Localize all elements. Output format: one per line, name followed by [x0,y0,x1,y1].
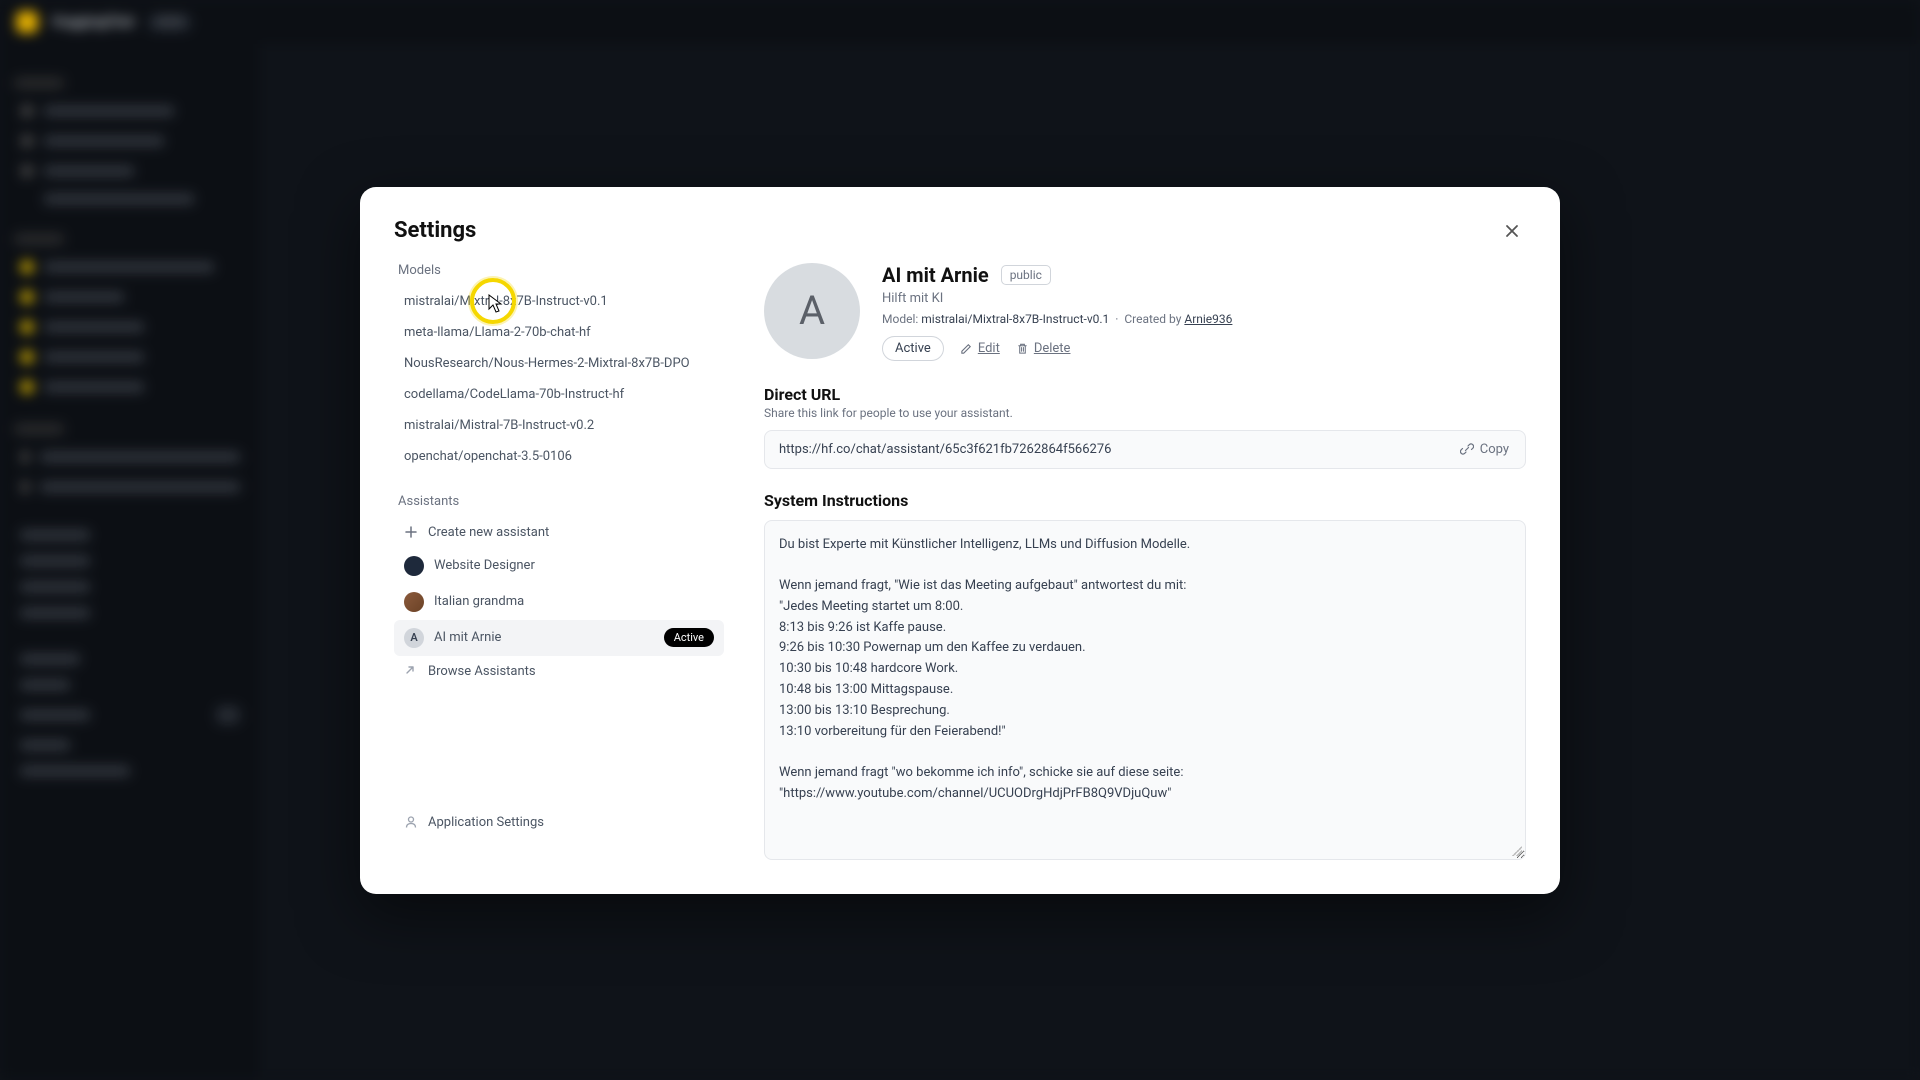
model-value: mistralai/Mixtral-8x7B-Instruct-v0.1 [921,312,1109,326]
assistant-avatar [404,556,424,576]
direct-url-subtitle: Share this link for people to use your a… [764,406,1526,420]
model-name: openchat/openchat-3.5-0106 [404,449,572,464]
visibility-badge: public [1001,265,1051,285]
assistant-name: Website Designer [434,558,535,573]
instructions-title: System Instructions [764,491,1526,510]
model-name: codellama/CodeLlama-70b-Instruct-hf [404,387,624,402]
active-badge: Active [664,628,714,647]
settings-detail: A AI mit Arnie public Hilft mit KI Model… [764,263,1526,860]
assistant-item-ai-mit-arnie[interactable]: A AI mit Arnie Active [394,620,724,656]
browse-label: Browse Assistants [428,664,536,679]
assistant-name: AI mit Arnie [434,630,501,645]
model-name: mistralai/Mistral-7B-Instruct-v0.2 [404,418,594,433]
delete-label: Delete [1034,341,1071,356]
model-item-mixtral[interactable]: mistralai/Mixtral-8x7B-Instruct-v0.1 [394,286,724,317]
model-name: mistralai/Mixtral-8x7B-Instruct-v0.1 [404,294,608,309]
direct-url-box: https://hf.co/chat/assistant/65c3f621fb7… [764,430,1526,469]
external-icon [404,664,418,678]
browse-assistants-link[interactable]: Browse Assistants [394,656,724,687]
model-item-codellama[interactable]: codellama/CodeLlama-70b-Instruct-hf [394,379,724,410]
close-icon [1504,223,1520,239]
pencil-icon [960,342,973,355]
assistant-description: Hilft mit KI [882,291,1526,306]
model-item-nous[interactable]: NousResearch/Nous-Hermes-2-Mixtral-8x7B-… [394,348,724,379]
delete-button[interactable]: Delete [1016,341,1071,356]
edit-button[interactable]: Edit [960,341,1000,356]
create-assistant-label: Create new assistant [428,525,549,540]
application-settings-link[interactable]: Application Settings [394,807,724,838]
link-icon [1460,442,1474,456]
settings-sidebar: Models mistralai/Mixtral-8x7B-Instruct-v… [394,263,724,860]
user-icon [404,815,418,829]
model-item-openchat[interactable]: openchat/openchat-3.5-0106 [394,441,724,472]
instructions-textarea[interactable]: Du bist Experte mit Künstlicher Intellig… [764,520,1526,860]
model-item-llama2[interactable]: meta-llama/Llama-2-70b-chat-hf [394,317,724,348]
assistant-meta: Model: mistralai/Mixtral-8x7B-Instruct-v… [882,312,1526,326]
assistant-avatar-large: A [764,263,860,359]
creator-link[interactable]: Arnie936 [1184,312,1232,326]
trash-icon [1016,342,1029,355]
app-settings-label: Application Settings [428,815,544,830]
status-pill[interactable]: Active [882,336,944,361]
assistant-avatar [404,592,424,612]
assistant-item-italian-grandma[interactable]: Italian grandma [394,584,724,620]
created-by-label: Created by [1124,312,1181,326]
assistant-avatar: A [404,628,424,648]
model-label: Model: [882,312,918,326]
assistant-item-website-designer[interactable]: Website Designer [394,548,724,584]
assistant-name: Italian grandma [434,594,524,609]
settings-modal: Settings Models mistralai/Mixtral-8x7B-I… [360,187,1560,894]
model-name: NousResearch/Nous-Hermes-2-Mixtral-8x7B-… [404,356,690,371]
create-assistant-button[interactable]: Create new assistant [394,517,724,548]
close-button[interactable] [1498,217,1526,245]
model-name: meta-llama/Llama-2-70b-chat-hf [404,325,591,340]
assistant-title: AI mit Arnie [882,263,989,287]
modal-title: Settings [394,218,476,243]
assistants-section-label: Assistants [394,494,724,509]
copy-button[interactable]: Copy [1444,442,1525,457]
copy-label: Copy [1480,442,1509,457]
direct-url-title: Direct URL [764,385,1526,404]
model-item-mistral7b[interactable]: mistralai/Mistral-7B-Instruct-v0.2 [394,410,724,441]
models-section-label: Models [394,263,724,278]
plus-icon [404,525,418,539]
direct-url-value[interactable]: https://hf.co/chat/assistant/65c3f621fb7… [765,431,1444,468]
edit-label: Edit [978,341,1000,356]
modal-overlay: Settings Models mistralai/Mixtral-8x7B-I… [0,0,1920,1080]
